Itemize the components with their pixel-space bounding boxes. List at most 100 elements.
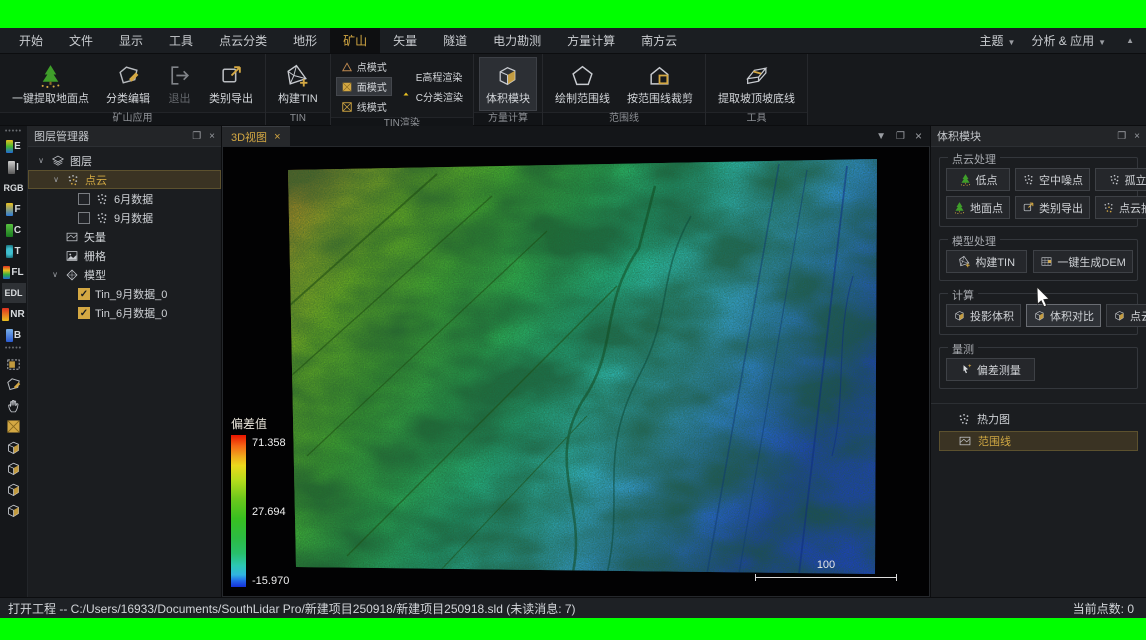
elevation-render-button[interactable]: E高程渲染 xyxy=(395,67,468,86)
scale-bar: 100 xyxy=(755,559,897,581)
triangle-icon xyxy=(341,61,353,73)
menu-item-power-survey[interactable]: 电力勘测 xyxy=(480,28,554,53)
thin-pointcloud-button[interactable]: 点云抽稀 xyxy=(1095,196,1146,219)
pointcloud-dots-icon xyxy=(66,173,80,187)
result-item-heatmap[interactable]: 热力图 xyxy=(939,409,1138,429)
render-nr-button[interactable]: NR xyxy=(2,304,26,324)
classify-edit-button[interactable]: 分类编辑 xyxy=(99,57,157,111)
projected-volume-button[interactable]: 投影体积 xyxy=(946,304,1021,327)
menu-item-tunnel[interactable]: 隧道 xyxy=(430,28,480,53)
intensity-chip-icon xyxy=(8,161,15,174)
render-class-button[interactable]: C xyxy=(2,220,26,240)
clip-by-range-line-button[interactable]: 按范围线裁剪 xyxy=(620,57,700,111)
classification-render-button[interactable]: C分类渲染 xyxy=(395,87,468,106)
ground-points-button[interactable]: 地面点 xyxy=(946,196,1010,219)
menu-item-file[interactable]: 文件 xyxy=(56,28,106,53)
select-rect-icon xyxy=(5,355,22,372)
menu-item-volume-calc[interactable]: 方量计算 xyxy=(554,28,628,53)
volume-compare-button[interactable]: 体积对比 xyxy=(1026,304,1101,327)
clip-cube-1-button[interactable] xyxy=(2,416,26,436)
render-b-button[interactable]: B xyxy=(2,325,26,345)
low-points-button[interactable]: 低点 xyxy=(946,168,1010,191)
tree-node-model[interactable]: ∨ 模型 xyxy=(28,265,221,284)
checkbox-checked[interactable]: ✓ xyxy=(78,288,90,300)
menu-item-mine[interactable]: 矿山 xyxy=(330,28,380,53)
render-time-button[interactable]: T xyxy=(2,241,26,261)
tree-node-tin-sept[interactable]: ✓ Tin_9月数据_0 xyxy=(28,284,221,303)
menu-item-pointcloud-classify[interactable]: 点云分类 xyxy=(206,28,280,53)
float-panel-button[interactable]: ❐ xyxy=(192,131,201,142)
close-tab-icon[interactable]: × xyxy=(274,131,280,143)
air-noise-button[interactable]: 空中噪点 xyxy=(1015,168,1090,191)
line-mode-button[interactable]: 线模式 xyxy=(336,97,392,116)
checkbox-unchecked[interactable] xyxy=(78,212,90,224)
build-tin-button[interactable]: 构建TIN xyxy=(271,57,325,111)
menu-item-south-cloud[interactable]: 南方云 xyxy=(628,28,690,53)
clip-cube-5-button[interactable] xyxy=(2,500,26,520)
caret-down-icon[interactable]: ∨ xyxy=(51,175,61,184)
close-view-icon[interactable]: × xyxy=(915,129,922,143)
pointcloud-compare-button[interactable]: 点云对比 xyxy=(1106,304,1146,327)
draw-range-line-button[interactable]: 绘制范围线 xyxy=(548,57,617,111)
checkbox-unchecked[interactable] xyxy=(78,193,90,205)
cube-icon xyxy=(1113,309,1126,322)
result-item-range-line[interactable]: 范围线 xyxy=(939,431,1138,451)
point-mode-button[interactable]: 点模式 xyxy=(336,57,392,76)
render-blend-button[interactable]: F xyxy=(2,199,26,219)
generate-dem-button[interactable]: 一键生成DEM xyxy=(1033,250,1132,273)
render-fl-button[interactable]: FL xyxy=(2,262,26,282)
clip-cube-icon xyxy=(5,418,22,435)
render-intensity-button[interactable]: I xyxy=(2,157,26,177)
tab-list-dropdown-icon[interactable]: ▼ xyxy=(876,131,886,142)
panel-title: 图层管理器 xyxy=(34,128,89,144)
viewport-3d[interactable]: 偏差值 71.358 27.694 -15.970 100 xyxy=(222,146,930,597)
checkbox-checked[interactable]: ✓ xyxy=(78,307,90,319)
menu-item-tools[interactable]: 工具 xyxy=(156,28,206,53)
isolated-points-button[interactable]: 孤立点 xyxy=(1095,168,1146,191)
extract-slope-lines-button[interactable]: 提取坡顶坡底线 xyxy=(711,57,802,111)
extract-ground-points-button[interactable]: 一键提取地面点 xyxy=(5,57,96,111)
pan-button[interactable] xyxy=(2,395,26,415)
menubar: 开始 文件 显示 工具 点云分类 地形 矿山 矢量 隧道 电力勘测 方量计算 南… xyxy=(0,28,1146,54)
tree-node-raster[interactable]: 栅格 xyxy=(28,246,221,265)
clip-cube-3-button[interactable] xyxy=(2,458,26,478)
menu-item-start[interactable]: 开始 xyxy=(6,28,56,53)
tree-node-sept-data[interactable]: 9月数据 xyxy=(28,208,221,227)
theme-dropdown[interactable]: 主题▼ xyxy=(980,32,1016,49)
render-rgb-button[interactable]: RGB xyxy=(2,178,26,198)
analysis-apps-dropdown[interactable]: 分析 & 应用▼ xyxy=(1031,32,1106,49)
tree-node-layers[interactable]: ∨ 图层 xyxy=(28,151,221,170)
tree-node-pointcloud[interactable]: ∨ 点云 xyxy=(28,170,221,189)
legend-mid-value: 27.694 xyxy=(252,506,286,518)
clip-cube-4-button[interactable] xyxy=(2,479,26,499)
export-class-button[interactable]: 类别导出 xyxy=(202,57,260,111)
panel-title: 体积模块 xyxy=(937,128,981,144)
caret-down-icon[interactable]: ∨ xyxy=(50,270,60,279)
face-mode-button[interactable]: 面模式 xyxy=(336,77,392,96)
export-class-button[interactable]: 类别导出 xyxy=(1015,196,1090,219)
caret-down-icon[interactable]: ∨ xyxy=(36,156,46,165)
close-panel-button[interactable]: × xyxy=(1134,131,1140,142)
deviation-measure-button[interactable]: 偏差测量 xyxy=(946,358,1035,381)
menu-item-vector[interactable]: 矢量 xyxy=(380,28,430,53)
build-tin-button[interactable]: 构建TIN xyxy=(946,250,1027,273)
menu-item-display[interactable]: 显示 xyxy=(106,28,156,53)
layers-icon xyxy=(51,154,65,168)
volume-module-button[interactable]: 体积模块 xyxy=(479,57,537,111)
tree-node-june-data[interactable]: 6月数据 xyxy=(28,189,221,208)
tree-node-vector[interactable]: 矢量 xyxy=(28,227,221,246)
close-panel-button[interactable]: × xyxy=(209,131,215,142)
render-elevation-button[interactable]: E xyxy=(2,136,26,156)
pin-ribbon-icon[interactable]: ▲ xyxy=(1126,36,1134,45)
tree-node-tin-june[interactable]: ✓ Tin_6月数据_0 xyxy=(28,303,221,322)
clip-cube-2-button[interactable] xyxy=(2,437,26,457)
select-rect-button[interactable] xyxy=(2,353,26,373)
section-measure: 量测 偏差测量 xyxy=(939,347,1138,389)
select-polygon-button[interactable] xyxy=(2,374,26,394)
menu-item-terrain[interactable]: 地形 xyxy=(280,28,330,53)
render-edl-button[interactable]: EDL xyxy=(2,283,26,303)
scale-bar-value: 100 xyxy=(755,559,897,571)
tab-3d-view[interactable]: 3D视图 × xyxy=(222,126,290,146)
float-panel-button[interactable]: ❐ xyxy=(1117,131,1126,142)
float-view-icon[interactable]: ❐ xyxy=(896,131,905,142)
